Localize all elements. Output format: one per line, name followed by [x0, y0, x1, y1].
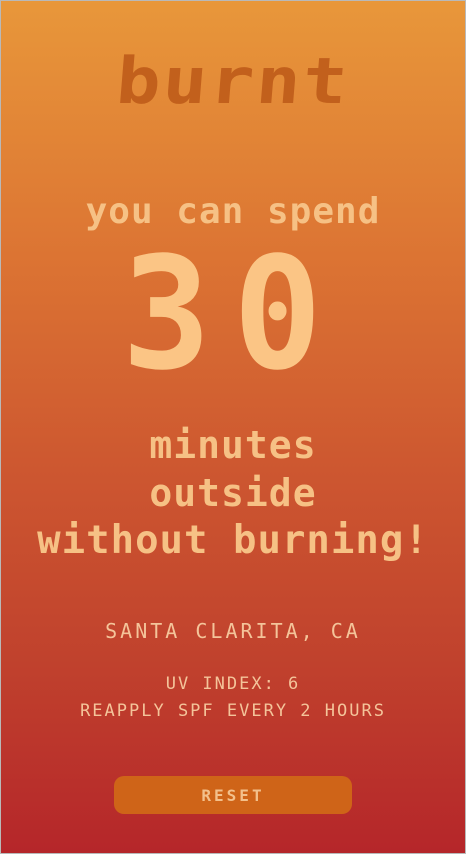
location-label: SANTA CLARITA, CA: [105, 619, 361, 643]
uv-index-label: UV INDEX: 6: [165, 674, 301, 694]
reset-button[interactable]: RESET: [114, 776, 352, 814]
app-screen: burnt you can spend 30 minutes outside w…: [0, 0, 466, 854]
minutes-value: 30: [121, 223, 345, 405]
result-line-minutes: minutes: [149, 423, 317, 467]
app-logo: burnt: [113, 45, 353, 119]
reapply-label: REAPPLY SPF EVERY 2 HOURS: [80, 701, 386, 721]
result-line-without-burning: without burning!: [37, 518, 429, 563]
result-line-outside: outside: [149, 471, 317, 515]
